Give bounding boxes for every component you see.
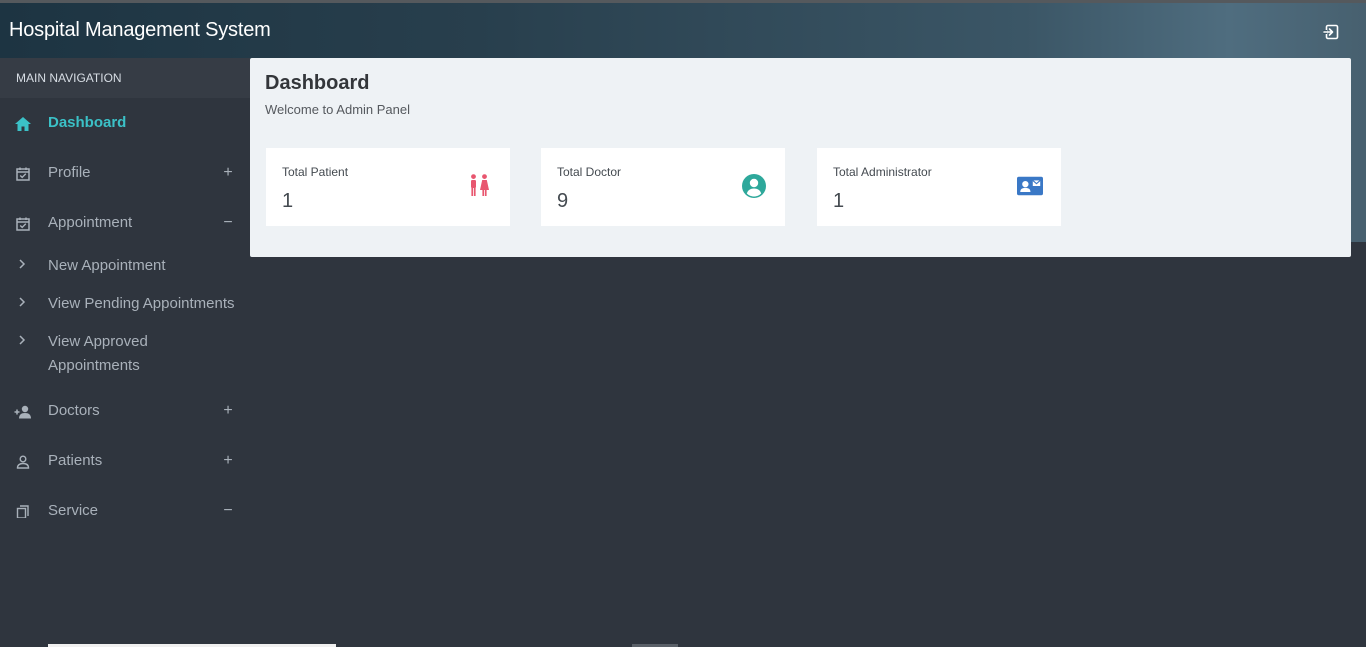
sidebar-subitem-pending-appointments[interactable]: View Pending Appointments xyxy=(0,292,250,316)
user-circle-icon xyxy=(741,173,767,199)
sidebar-subitem-label: View Pending Appointments xyxy=(48,295,235,312)
sidebar-item-label: Doctors xyxy=(48,402,100,419)
stat-value: 1 xyxy=(833,190,845,212)
stat-label: Total Doctor xyxy=(557,165,622,179)
chevron-right-icon xyxy=(18,294,26,310)
stat-card-total-patient[interactable]: Total Patient 1 xyxy=(266,148,510,226)
nav-header: MAIN NAVIGATION xyxy=(0,58,250,98)
collapse-icon[interactable]: − xyxy=(221,491,235,518)
logout-button[interactable] xyxy=(1320,21,1342,43)
sidebar-item-label: Service xyxy=(48,502,99,518)
sidebar-subitem-approved-appointments[interactable]: View Approved Appointments xyxy=(0,330,250,378)
page-title: Dashboard xyxy=(265,72,370,94)
sidebar: MAIN NAVIGATION Dashboard Profile + Appo… xyxy=(0,58,250,518)
dashboard-panel: Dashboard Welcome to Admin Panel Total P… xyxy=(250,58,1351,257)
copy-icon xyxy=(14,503,32,518)
stat-card-total-doctor[interactable]: Total Doctor 9 xyxy=(541,148,785,226)
expand-icon[interactable]: + xyxy=(221,153,235,193)
chevron-right-icon xyxy=(18,332,26,348)
sidebar-subitem-label: View Approved Appointments xyxy=(48,333,148,374)
app-title: Hospital Management System xyxy=(9,19,271,41)
logout-icon xyxy=(1323,24,1339,40)
expand-icon[interactable]: + xyxy=(221,391,235,431)
sidebar-item-profile[interactable]: Profile + xyxy=(0,153,250,193)
stat-label: Total Patient xyxy=(282,165,349,179)
sidebar-item-doctors[interactable]: Doctors + xyxy=(0,391,250,431)
sidebar-item-label: Dashboard xyxy=(48,114,127,131)
sidebar-item-label: Profile xyxy=(48,164,91,181)
user-plus-icon xyxy=(14,403,32,421)
expand-icon[interactable]: + xyxy=(221,441,235,481)
chevron-right-icon xyxy=(18,256,26,272)
stat-value: 9 xyxy=(557,190,569,212)
sidebar-item-service[interactable]: Service − xyxy=(0,491,250,518)
calendar-check-icon xyxy=(14,165,32,183)
sidebar-item-label: Appointment xyxy=(48,214,133,231)
stat-value: 1 xyxy=(282,190,294,212)
sidebar-item-dashboard[interactable]: Dashboard xyxy=(0,103,250,143)
user-icon xyxy=(14,453,32,471)
home-icon xyxy=(14,115,32,133)
collapse-icon[interactable]: − xyxy=(221,203,235,243)
calendar-check-icon xyxy=(14,215,32,233)
page-subtitle: Welcome to Admin Panel xyxy=(265,102,410,117)
sidebar-subitem-new-appointment[interactable]: New Appointment xyxy=(0,254,250,278)
restroom-icon xyxy=(466,173,492,199)
contact-card-icon xyxy=(1017,173,1043,199)
sidebar-item-patients[interactable]: Patients + xyxy=(0,441,250,481)
sidebar-item-label: Patients xyxy=(48,452,103,469)
sidebar-subitem-label: New Appointment xyxy=(48,257,166,274)
stat-card-total-administrator[interactable]: Total Administrator 1 xyxy=(817,148,1061,226)
stat-label: Total Administrator xyxy=(833,165,932,179)
sidebar-item-appointment[interactable]: Appointment − xyxy=(0,203,250,243)
